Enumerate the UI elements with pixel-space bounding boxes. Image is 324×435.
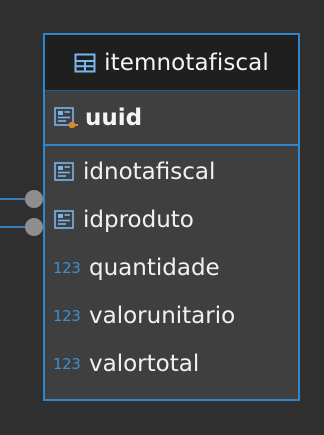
field-row[interactable]: 123 valorunitario — [45, 292, 298, 340]
entity-table[interactable]: itemnotafiscal uuid idnotafiscal idprodu… — [43, 33, 300, 401]
field-row[interactable]: 123 valortotal — [45, 340, 298, 388]
primary-key-label: uuid — [85, 104, 143, 131]
primary-key-icon — [54, 106, 78, 128]
table-icon — [74, 53, 96, 72]
numeric-icon: 123 — [53, 355, 81, 373]
relationship-endpoint-idnotafiscal[interactable] — [25, 190, 43, 208]
field-label: quantidade — [89, 255, 220, 281]
field-row[interactable]: idproduto — [45, 196, 298, 244]
field-label: valortotal — [89, 351, 200, 377]
numeric-icon: 123 — [53, 307, 81, 325]
relationship-endpoint-idproduto[interactable] — [25, 218, 43, 236]
foreign-key-icon — [54, 210, 74, 229]
numeric-icon: 123 — [53, 259, 81, 277]
field-label: idnotafiscal — [83, 159, 216, 185]
primary-key-row[interactable]: uuid — [45, 91, 298, 146]
field-row[interactable]: 123 quantidade — [45, 244, 298, 292]
field-row[interactable]: idnotafiscal — [45, 148, 298, 196]
field-label: idproduto — [83, 207, 194, 233]
diagram-canvas: itemnotafiscal uuid idnotafiscal idprodu… — [0, 0, 324, 435]
field-label: valorunitario — [89, 303, 236, 329]
entity-header[interactable]: itemnotafiscal — [45, 35, 298, 91]
field-list: idnotafiscal idproduto 123 quantidade 12… — [45, 146, 298, 388]
entity-title: itemnotafiscal — [104, 49, 269, 76]
foreign-key-icon — [54, 162, 74, 181]
